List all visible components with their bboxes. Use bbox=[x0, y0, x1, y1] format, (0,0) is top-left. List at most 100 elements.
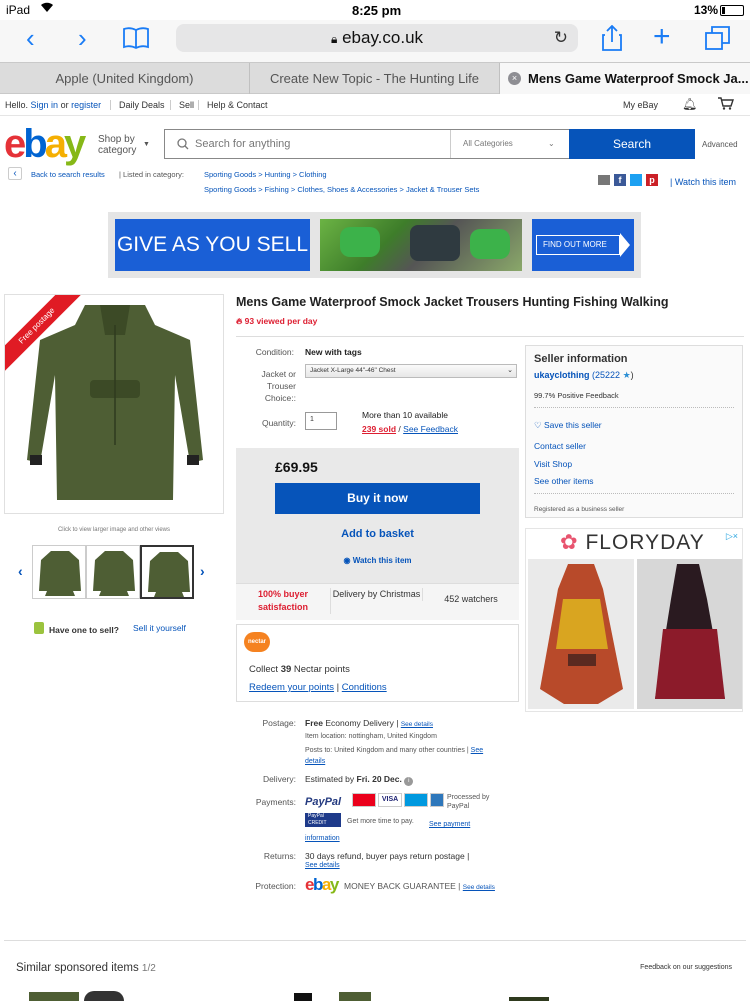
purchase-box: £69.95 Add to basket ◉ Watch this item bbox=[236, 448, 519, 583]
sell-it-yourself-link[interactable]: Sell it yourself bbox=[133, 623, 186, 633]
see-payment-info-link[interactable]: See payment information bbox=[305, 818, 495, 846]
delivery-label: Delivery: bbox=[262, 774, 296, 784]
buy-it-now-button[interactable]: Buy it now bbox=[275, 483, 480, 514]
thumb-prev-icon[interactable]: ‹ bbox=[18, 563, 23, 579]
tabs-icon[interactable] bbox=[705, 26, 731, 55]
divider bbox=[534, 407, 734, 408]
sold-count-link[interactable]: 239 sold bbox=[362, 424, 396, 434]
divider bbox=[236, 336, 744, 337]
category-select[interactable]: All Categories ⌄ bbox=[450, 130, 570, 158]
contact-seller-link[interactable]: Contact seller bbox=[534, 441, 586, 451]
search-button[interactable]: Search bbox=[569, 129, 695, 159]
global-header-links: Hello. Sign in or register Daily Deals S… bbox=[0, 96, 750, 116]
breadcrumb-fishing[interactable]: Sporting Goods > Fishing > Clothes, Shoe… bbox=[204, 185, 479, 194]
breadcrumb-hunting[interactable]: Sporting Goods > Hunting > Clothing bbox=[204, 170, 327, 179]
payments-label: Payments: bbox=[255, 797, 296, 807]
search-input[interactable]: Search for anything bbox=[195, 138, 290, 150]
search-box[interactable]: Search for anything All Categories ⌄ bbox=[164, 129, 570, 159]
daily-deals-link[interactable]: Daily Deals bbox=[110, 100, 165, 110]
delivery-by-christmas: Delivery by Christmas bbox=[331, 588, 423, 601]
main-product-image[interactable]: Free postage bbox=[4, 294, 224, 514]
condition-label: Condition: bbox=[255, 347, 294, 357]
forward-icon[interactable]: › bbox=[78, 25, 87, 51]
cart-icon[interactable] bbox=[718, 97, 734, 112]
watch-item-button[interactable]: ◉ Watch this item bbox=[275, 556, 480, 565]
seller-heading: Seller information bbox=[534, 353, 628, 365]
watch-item-link[interactable]: | Watch this item bbox=[670, 177, 736, 187]
see-feedback-link[interactable]: See Feedback bbox=[403, 424, 458, 434]
choice-select[interactable]: Jacket X-Large 44"-46" Chest ⌄ bbox=[305, 364, 517, 378]
ebay-guarantee-logo: ebay bbox=[305, 875, 339, 894]
thumbnail-2[interactable] bbox=[86, 545, 140, 599]
feedback-suggestions-link[interactable]: Feedback on our suggestions bbox=[640, 964, 732, 971]
tab-ebay-item[interactable]: × Mens Game Waterproof Smock Ja... bbox=[500, 63, 750, 94]
address-bar[interactable]: 🔒︎ ebay.co.uk ↻ bbox=[176, 24, 578, 52]
chevron-down-icon: ⌄ bbox=[548, 139, 555, 148]
bookmarks-icon[interactable] bbox=[122, 27, 150, 54]
sign-in-link[interactable]: Sign in bbox=[31, 100, 59, 110]
item-highlights: 100% buyer satisfaction Delivery by Chri… bbox=[236, 583, 519, 620]
bell-icon[interactable]: 🔔︎ bbox=[682, 97, 697, 111]
quantity-input[interactable]: 1 bbox=[305, 412, 337, 430]
thumb-next-icon[interactable]: › bbox=[200, 563, 205, 579]
tab-apple[interactable]: Apple (United Kingdom) bbox=[0, 63, 250, 94]
seller-name-link[interactable]: ukayclothing bbox=[534, 370, 590, 380]
greeting: Hello. Sign in or register bbox=[5, 100, 102, 110]
similar-sponsored-section: Similar sponsored items 1/2 Feedback on … bbox=[4, 940, 746, 1001]
banner-image bbox=[320, 219, 522, 271]
facebook-icon[interactable]: f bbox=[614, 174, 626, 186]
seller-score-link[interactable]: (25222 bbox=[592, 370, 620, 380]
postage-label: Postage: bbox=[262, 718, 296, 728]
charity-banner[interactable]: GIVE AS YOU SELL FIND OUT MORE bbox=[108, 212, 641, 278]
pinterest-icon[interactable]: p bbox=[646, 174, 658, 186]
url-text: ebay.co.uk bbox=[342, 28, 424, 47]
save-seller-link[interactable]: ♡ Save this seller bbox=[534, 420, 602, 431]
share-icon[interactable] bbox=[602, 24, 622, 56]
conditions-link[interactable]: Conditions bbox=[342, 682, 387, 693]
guarantee-details-link[interactable]: See details bbox=[463, 884, 495, 891]
advanced-search-link[interactable]: Advanced bbox=[702, 140, 738, 149]
gallery-hint: Click to view larger image and other vie… bbox=[57, 527, 171, 533]
register-link[interactable]: register bbox=[71, 100, 101, 110]
nectar-links: Redeem your points | Conditions bbox=[249, 682, 387, 693]
delivery-estimate: Estimated by Fri. 20 Dec. i bbox=[305, 774, 414, 786]
see-other-items-link[interactable]: See other items bbox=[534, 476, 594, 486]
adchoices-icon[interactable]: ▷× bbox=[726, 531, 738, 542]
my-ebay-link[interactable]: My eBay bbox=[623, 100, 658, 110]
price: £69.95 bbox=[275, 459, 318, 475]
nectar-box: nectar Collect 39 Nectar points Redeem y… bbox=[236, 624, 519, 702]
lock-icon: 🔒︎ bbox=[330, 32, 338, 46]
postage-details-link[interactable]: See details bbox=[401, 721, 433, 728]
twitter-icon[interactable] bbox=[630, 174, 642, 186]
ebay-logo[interactable]: ebay bbox=[4, 124, 86, 164]
sponsored-item-5[interactable] bbox=[509, 997, 549, 1001]
tab-hunting-life[interactable]: Create New Topic - The Hunting Life bbox=[250, 63, 500, 94]
battery-icon bbox=[720, 5, 744, 16]
visa-icon: VISA bbox=[378, 793, 402, 807]
item-title: Mens Game Waterproof Smock Jacket Trouse… bbox=[236, 295, 669, 309]
close-tab-icon[interactable]: × bbox=[508, 72, 521, 85]
reload-icon[interactable]: ↻ bbox=[554, 24, 568, 52]
back-icon[interactable]: ‹ bbox=[26, 25, 35, 51]
email-share-icon[interactable] bbox=[598, 175, 610, 185]
find-out-more-button[interactable]: FIND OUT MORE bbox=[532, 219, 634, 271]
info-icon[interactable]: i bbox=[404, 777, 414, 786]
caret-down-icon: ▼ bbox=[143, 141, 150, 148]
add-to-basket-button[interactable]: Add to basket bbox=[275, 528, 480, 540]
visit-shop-link[interactable]: Visit Shop bbox=[534, 459, 572, 469]
thumbnail-3-selected[interactable] bbox=[140, 545, 194, 599]
returns-details-link[interactable]: See details bbox=[305, 862, 340, 869]
returns-label: Returns: bbox=[263, 851, 296, 861]
tab-ebay-item-label: Mens Game Waterproof Smock Ja... bbox=[528, 71, 749, 86]
thumbnail-1[interactable] bbox=[32, 545, 86, 599]
redeem-points-link[interactable]: Redeem your points bbox=[249, 682, 334, 693]
floryday-ad[interactable]: ✿ FLORYDAY ▷× bbox=[525, 528, 743, 712]
fire-icon: 🔥︎ bbox=[236, 316, 243, 326]
sell-link[interactable]: Sell bbox=[170, 100, 194, 110]
new-tab-icon[interactable]: + bbox=[653, 22, 671, 52]
status-bar: iPad 8:25 pm 13% bbox=[0, 0, 750, 20]
back-to-results-link[interactable]: Back to search results bbox=[31, 170, 105, 179]
help-contact-link[interactable]: Help & Contact bbox=[198, 100, 268, 110]
back-arrow-icon[interactable]: ‹ bbox=[8, 167, 22, 180]
shop-by-category[interactable]: Shop by category ▼ bbox=[98, 134, 150, 156]
